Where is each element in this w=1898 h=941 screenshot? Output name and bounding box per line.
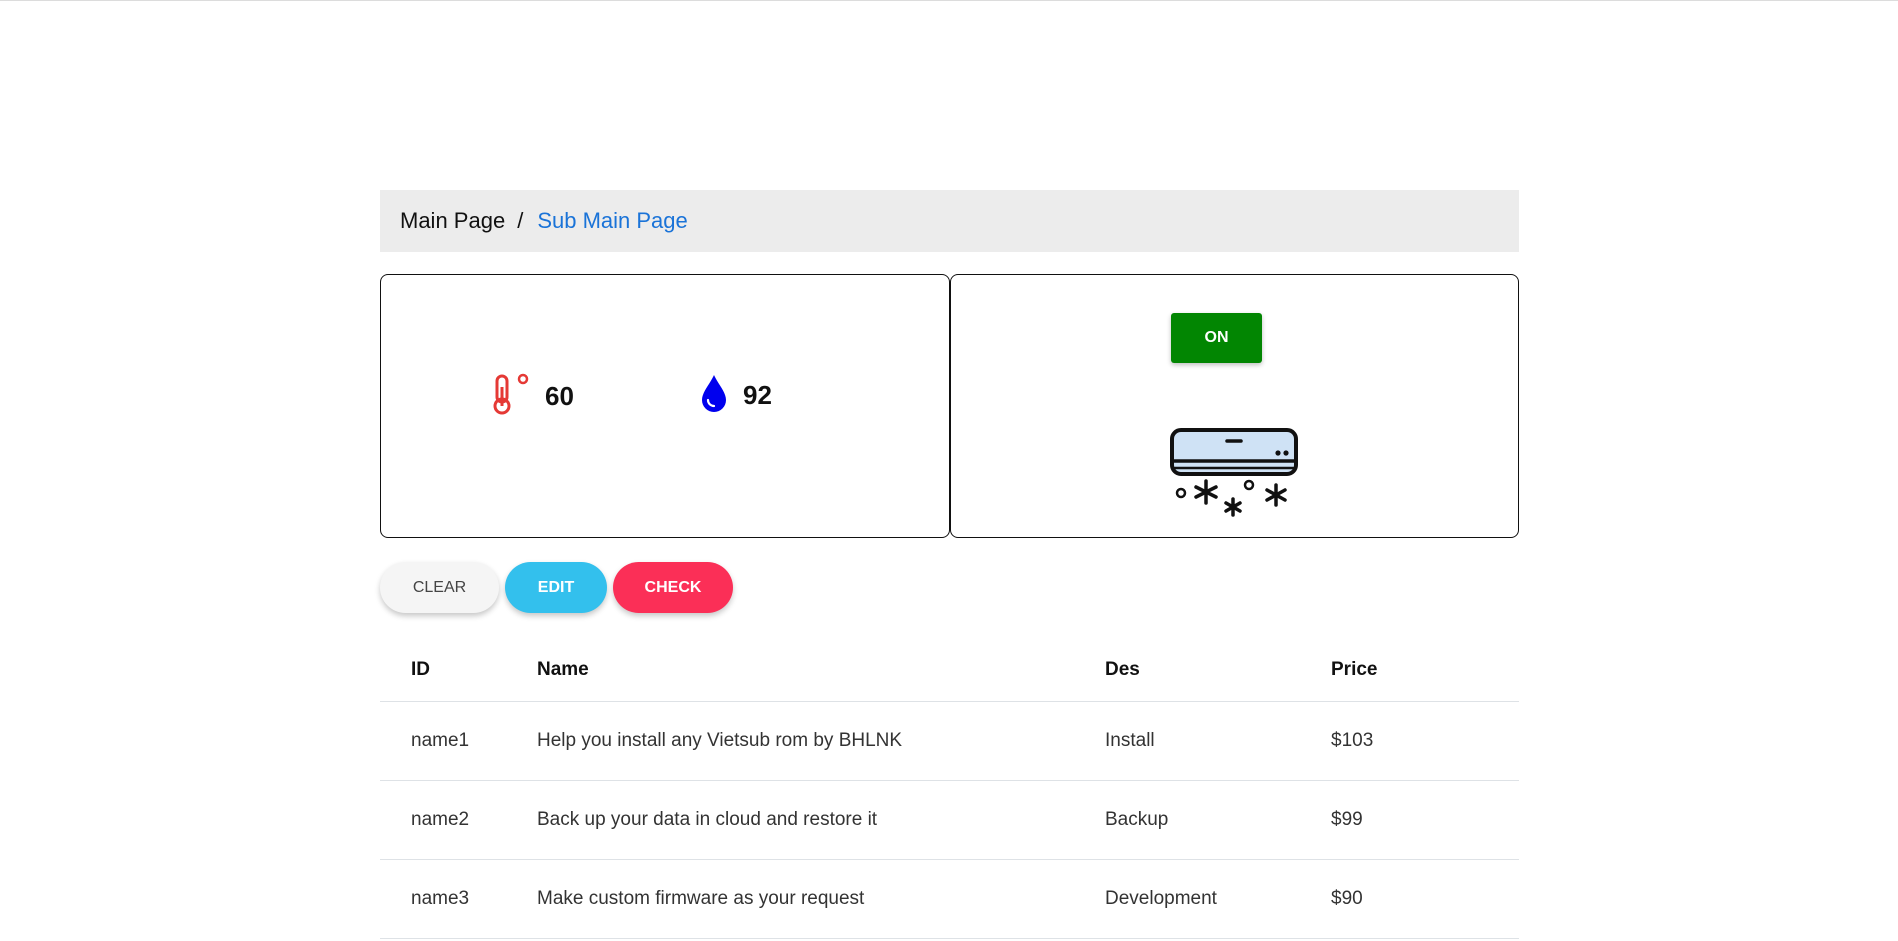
thermometer-icon (491, 373, 531, 420)
dashboard-panels: 60 92 ON (380, 274, 1519, 538)
sensor-panel: 60 92 (380, 274, 950, 538)
breadcrumb-sub-main-page[interactable]: Sub Main Page (537, 208, 687, 234)
main-content: Main Page / Sub Main Page 60 92 ON CLEAR… (380, 190, 1519, 939)
cell-des: Backup (1105, 780, 1331, 860)
cell-id: name1 (380, 701, 537, 781)
cell-price: $90 (1331, 859, 1519, 939)
breadcrumb: Main Page / Sub Main Page (380, 190, 1519, 252)
air-conditioner-icon (1169, 427, 1299, 528)
top-divider (0, 0, 1898, 1)
water-drop-icon (699, 373, 729, 418)
humidity-reading: 92 (699, 373, 772, 418)
table-row: name1 Help you install any Vietsub rom b… (380, 701, 1519, 781)
cell-des: Development (1105, 859, 1331, 939)
power-on-button[interactable]: ON (1171, 313, 1262, 363)
cell-name: Make custom firmware as your request (537, 859, 1105, 939)
edit-button[interactable]: EDIT (505, 562, 607, 613)
humidity-value: 92 (743, 380, 772, 410)
breadcrumb-main-page[interactable]: Main Page (400, 208, 505, 234)
cell-id: name2 (380, 780, 537, 860)
table-row: name3 Make custom firmware as your reque… (380, 859, 1519, 939)
cell-price: $103 (1331, 701, 1519, 781)
device-panel: ON (950, 274, 1519, 538)
column-header-id: ID (380, 639, 537, 702)
services-table: ID Name Des Price name1 Help you install… (380, 639, 1519, 939)
cell-name: Help you install any Vietsub rom by BHLN… (537, 701, 1105, 781)
temperature-value: 60 (545, 381, 574, 411)
cell-name: Back up your data in cloud and restore i… (537, 780, 1105, 860)
action-buttons: CLEAR EDIT CHECK (380, 562, 1519, 613)
column-header-price: Price (1331, 639, 1519, 702)
column-header-name: Name (537, 639, 1105, 702)
table-header-row: ID Name Des Price (380, 639, 1519, 702)
temperature-reading: 60 (491, 373, 574, 420)
cell-id: name3 (380, 859, 537, 939)
cell-des: Install (1105, 701, 1331, 781)
clear-button[interactable]: CLEAR (380, 562, 499, 613)
cell-price: $99 (1331, 780, 1519, 860)
table-row: name2 Back up your data in cloud and res… (380, 780, 1519, 860)
column-header-des: Des (1105, 639, 1331, 702)
breadcrumb-separator: / (517, 208, 524, 233)
check-button[interactable]: CHECK (613, 562, 733, 613)
